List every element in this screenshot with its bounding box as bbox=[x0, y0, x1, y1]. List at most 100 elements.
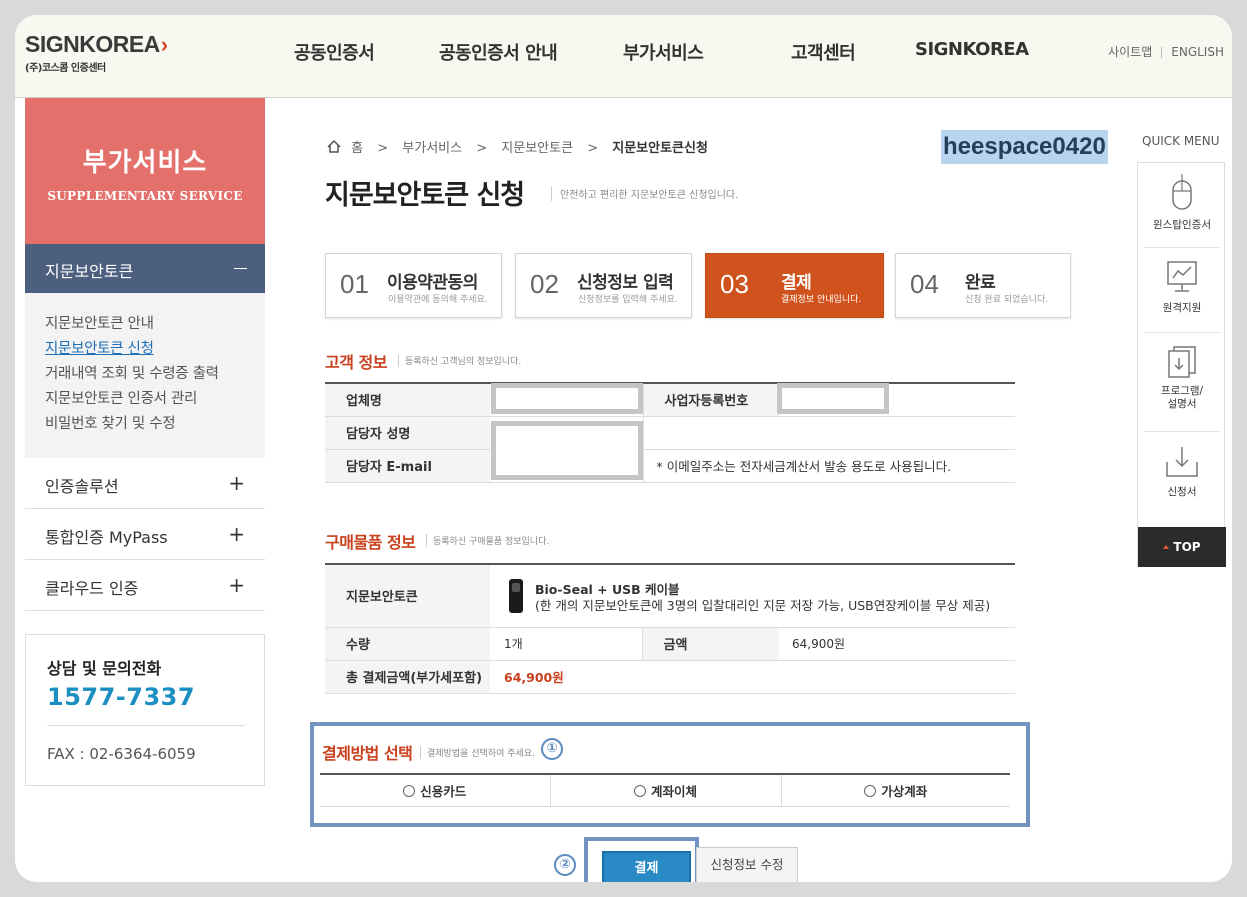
nav-item-customer-center[interactable]: 고객센터 bbox=[791, 39, 856, 65]
redacted-manager-email bbox=[491, 421, 643, 480]
annotation-marker-1: ① bbox=[541, 738, 563, 760]
product-cell: Bio-Seal + USB 케이블 (한 개의 지문보안토큰에 3명의 입찰대… bbox=[490, 564, 1015, 628]
email-label: 담당자 E-mail bbox=[325, 449, 490, 483]
breadcrumb-separator: > bbox=[587, 141, 599, 156]
logo-chevron-icon: › bbox=[160, 32, 168, 57]
quick-item-label: 원격지원 bbox=[1162, 302, 1202, 314]
quick-item-program[interactable]: 프로그램/ 설명서 bbox=[1144, 333, 1220, 432]
email-note: * 이메일주소는 전자세금계산서 발송 용도로 사용됩니다. bbox=[643, 449, 1015, 483]
nav-item-certificate-guide[interactable]: 공동인증서 안내 bbox=[439, 39, 558, 65]
sidebar-item-fingerprint-token[interactable]: 지문보안토큰 bbox=[25, 244, 265, 293]
sidebar-item-cloud-auth[interactable]: 클라우드 인증 + bbox=[25, 560, 265, 611]
sidebar-item-mypass[interactable]: 통합인증 MyPass + bbox=[25, 509, 265, 560]
sidebar-subitem-guide[interactable]: 지문보안토큰 안내 bbox=[45, 314, 265, 339]
step-label: 이용약관동의 bbox=[387, 273, 478, 293]
customer-section-title: 고객 정보 bbox=[325, 353, 387, 372]
remote-support-icon bbox=[1167, 261, 1197, 292]
breadcrumb-token[interactable]: 지문보안토큰 bbox=[501, 141, 573, 156]
step-sub: 신청정보를 입력해 주세요. bbox=[578, 295, 678, 305]
top-label: TOP bbox=[1173, 540, 1201, 554]
step-number: 03 bbox=[720, 269, 749, 299]
quick-item-remote[interactable]: 원격지원 bbox=[1144, 248, 1220, 333]
download-tray-icon bbox=[1166, 447, 1198, 477]
fingerprint-token-icon bbox=[509, 579, 523, 613]
scroll-top-button[interactable]: TOP bbox=[1138, 527, 1226, 567]
sidebar-subitem-history[interactable]: 거래내역 조회 및 수령증 출력 bbox=[45, 364, 265, 389]
document-icon bbox=[1168, 346, 1196, 378]
step-number: 02 bbox=[530, 269, 559, 299]
sidebar-subitem-cert-manage[interactable]: 지문보안토큰 인증서 관리 bbox=[45, 389, 265, 414]
mouse-icon bbox=[1172, 173, 1192, 210]
sidebar-item-label: 클라우드 인증 bbox=[45, 579, 139, 598]
sitemap-link[interactable]: 사이트맵 bbox=[1108, 43, 1152, 60]
user-id-highlight: heespace0420 bbox=[941, 130, 1108, 164]
customer-section-desc: 등록하신 고객님의 정보입니다. bbox=[398, 354, 521, 367]
step-sub: 결제정보 안내입니다. bbox=[781, 295, 862, 305]
step-label: 결제 bbox=[781, 273, 812, 293]
radio-icon[interactable] bbox=[633, 784, 646, 797]
payment-option-label: 신용카드 bbox=[420, 783, 467, 799]
customer-info-table: 업체명 사업자등록번호 담당자 성명 담당자 E-mail * 이메일주소는 전… bbox=[325, 382, 1015, 483]
quick-item-label: 윈스탑인증서 bbox=[1153, 219, 1211, 231]
step-label: 완료 bbox=[965, 273, 996, 293]
manager-label: 담당자 성명 bbox=[325, 416, 490, 450]
payment-option-virtual[interactable]: 가상계좌 bbox=[781, 774, 1010, 807]
radio-icon[interactable] bbox=[403, 784, 416, 797]
step-number: 01 bbox=[340, 269, 369, 299]
payment-options-table: 신용카드 계좌이체 가상계좌 bbox=[320, 773, 1010, 807]
english-link[interactable]: ENGLISH bbox=[1171, 45, 1224, 59]
nav-item-certificate[interactable]: 공동인증서 bbox=[294, 39, 375, 65]
sidebar-item-label: 지문보안토큰 bbox=[45, 262, 134, 281]
sidebar-subitem-password[interactable]: 비밀번호 찾기 및 수정 bbox=[45, 414, 265, 439]
quick-item-application[interactable]: 신청서 bbox=[1144, 432, 1220, 517]
payment-option-card[interactable]: 신용카드 bbox=[320, 774, 551, 807]
site-header: SIGNKOREA› (주)코스콤 인증센터 공동인증서 공동인증서 안내 부가… bbox=[15, 15, 1232, 98]
sidebar-item-label: 통합인증 MyPass bbox=[45, 528, 168, 547]
step-terms: 01 이용약관동의 이용약관에 동의해 주세요. bbox=[325, 253, 502, 318]
pay-button[interactable]: 결제 bbox=[602, 851, 691, 882]
expand-icon: + bbox=[228, 573, 245, 597]
quick-item-label: 프로그램/ 설명서 bbox=[1160, 385, 1204, 410]
step-sub: 이용약관에 동의해 주세요. bbox=[388, 295, 488, 305]
util-divider bbox=[1161, 47, 1163, 58]
logo-subtext: (주)코스콤 인증센터 bbox=[25, 63, 106, 74]
quick-item-winstop[interactable]: 윈스탑인증서 bbox=[1144, 163, 1220, 248]
purchase-info-table: 지문보안토큰 Bio-Seal + USB 케이블 (한 개의 지문보안토큰에 … bbox=[325, 563, 1015, 694]
radio-icon[interactable] bbox=[864, 784, 877, 797]
step-label: 신청정보 입력 bbox=[577, 273, 674, 293]
page-title: 지문보안토큰 신청 bbox=[325, 180, 525, 211]
payment-option-label: 가상계좌 bbox=[881, 783, 928, 799]
pay-button-highlight: 결제 bbox=[584, 837, 699, 882]
sidebar-subitem-apply[interactable]: 지문보안토큰 신청 bbox=[45, 339, 265, 364]
sidebar-item-auth-solution[interactable]: 인증솔루션 + bbox=[25, 458, 265, 509]
logo[interactable]: SIGNKOREA› (주)코스콤 인증센터 bbox=[25, 31, 168, 74]
total-label: 총 결제금액(부가세포함) bbox=[325, 660, 490, 694]
bizno-label: 사업자등록번호 bbox=[643, 383, 780, 417]
edit-application-button[interactable]: 신청정보 수정 bbox=[696, 847, 798, 882]
nav-item-supplementary[interactable]: 부가서비스 bbox=[623, 39, 704, 65]
nav-item-signkorea[interactable]: SIGNKOREA bbox=[915, 39, 1029, 60]
product-label: 지문보안토큰 bbox=[325, 564, 490, 628]
breadcrumb-supplementary[interactable]: 부가서비스 bbox=[402, 141, 462, 156]
breadcrumb-home[interactable]: 홈 bbox=[351, 141, 363, 156]
expand-icon: + bbox=[228, 522, 245, 546]
sidebar-subtitle: SUPPLEMENTARY SERVICE bbox=[47, 189, 243, 203]
step-complete: 04 완료 신청 완료 되었습니다. bbox=[895, 253, 1071, 318]
home-icon[interactable] bbox=[327, 139, 341, 153]
breadcrumb-current: 지문보안토큰신청 bbox=[612, 141, 708, 156]
payment-method-box: 결제방법 선택 결제방법을 선택하여 주세요. ① 신용카드 계좌이체 가상계좌 bbox=[310, 722, 1030, 827]
breadcrumb-separator: > bbox=[377, 141, 389, 156]
quick-menu: 윈스탑인증서 원격지원 프로그램/ 설명서 신청서 TOP bbox=[1137, 162, 1226, 567]
purchase-section-desc: 등록하신 구매물품 정보입니다. bbox=[426, 534, 549, 547]
redacted-bizno bbox=[777, 383, 889, 414]
payment-option-transfer[interactable]: 계좌이체 bbox=[550, 774, 782, 807]
payment-section-desc: 결제방법을 선택하여 주세요. bbox=[420, 746, 535, 759]
page-description: 안전하고 편리한 지문보안토큰 신청입니다. bbox=[551, 186, 738, 201]
qty-label: 수량 bbox=[325, 627, 490, 661]
arrow-up-icon bbox=[1163, 545, 1170, 549]
contact-divider bbox=[47, 725, 245, 726]
contact-tel: 1577-7337 bbox=[47, 683, 196, 711]
product-name: Bio-Seal + USB 케이블 bbox=[535, 581, 680, 597]
quick-item-label: 신청서 bbox=[1167, 486, 1197, 498]
step-sub: 신청 완료 되었습니다. bbox=[965, 295, 1049, 305]
